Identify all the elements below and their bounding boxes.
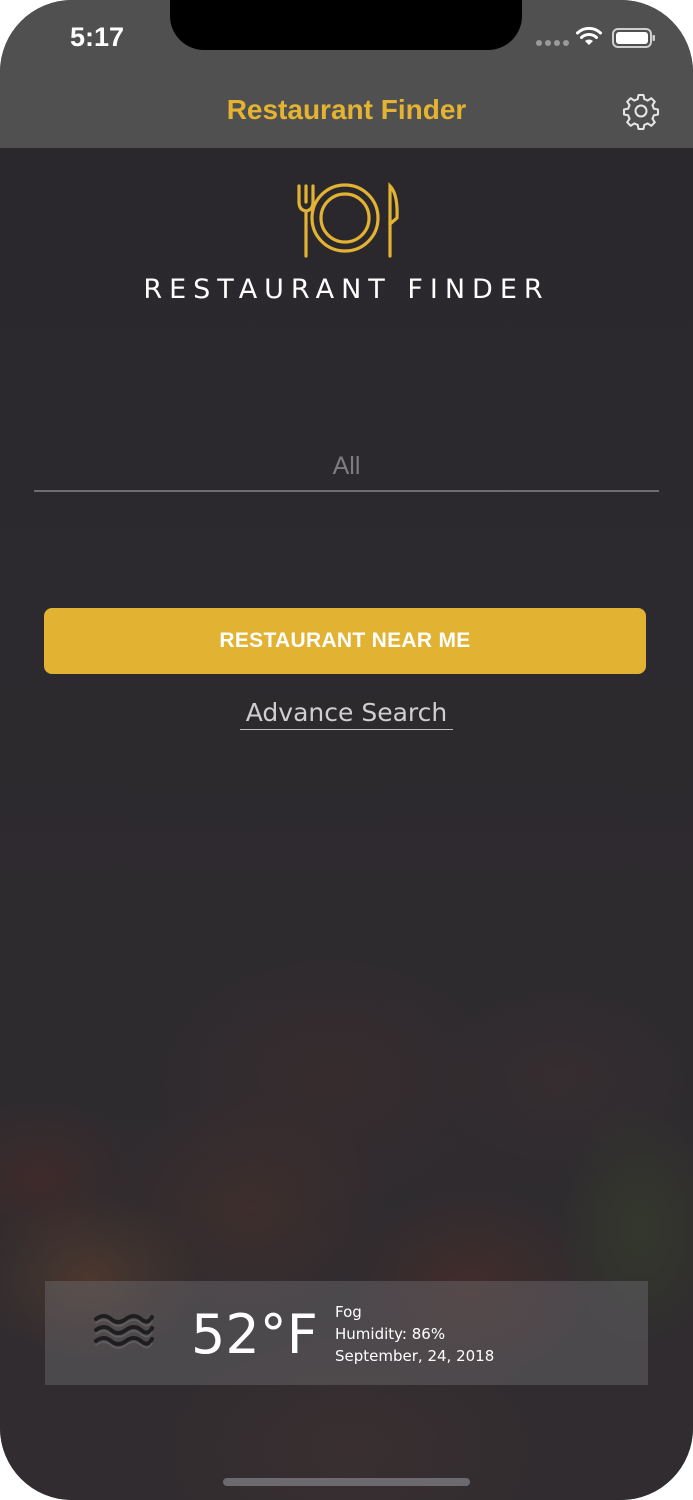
- wifi-icon: [576, 26, 602, 45]
- home-indicator[interactable]: [223, 1478, 470, 1486]
- phone-screen: 5:17 Restaurant Finder RESTAURANT FINDER…: [0, 0, 693, 1500]
- cellular-signal-icon: [536, 40, 569, 46]
- restaurant-near-me-button[interactable]: RESTAURANT NEAR ME: [44, 608, 646, 674]
- advance-search-link[interactable]: Advance Search: [239, 698, 454, 730]
- status-time: 5:17: [70, 22, 125, 52]
- gear-icon[interactable]: [622, 92, 660, 130]
- battery-icon: [612, 28, 655, 48]
- status-bar: 5:17: [0, 0, 693, 80]
- fog-icon: [94, 1314, 154, 1349]
- advance-search-container: Advance Search: [0, 698, 693, 730]
- weather-date: September, 24, 2018: [335, 1347, 495, 1365]
- category-search-input[interactable]: [34, 442, 659, 492]
- weather-details: Fog Humidity: 86% September, 24, 2018: [335, 1301, 494, 1367]
- nav-title: Restaurant Finder: [226, 94, 467, 125]
- fork-plate-knife-icon: [296, 182, 399, 258]
- temperature: 52°F: [191, 1303, 318, 1366]
- weather-card: 52°F Fog Humidity: 86% September, 24, 20…: [45, 1281, 648, 1385]
- weather-condition: Fog: [335, 1303, 362, 1321]
- device-notch: [170, 0, 522, 50]
- app-logo: RESTAURANT FINDER: [0, 180, 693, 305]
- weather-humidity: Humidity: 86%: [335, 1325, 446, 1343]
- logo-text: RESTAURANT FINDER: [143, 274, 550, 305]
- navigation-bar: Restaurant Finder: [0, 80, 693, 148]
